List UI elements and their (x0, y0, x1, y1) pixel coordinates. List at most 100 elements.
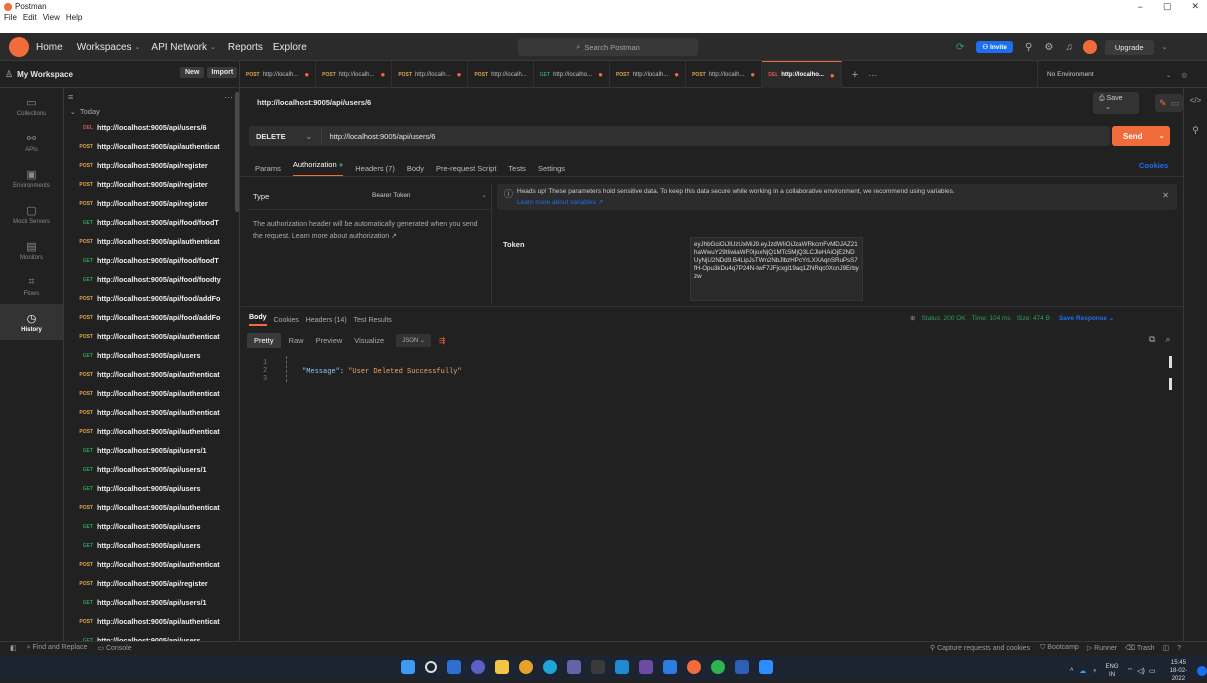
leftnav-history[interactable]: ◷ History (0, 304, 63, 340)
nav-api-network[interactable]: API Network (151, 42, 207, 53)
history-item[interactable]: POST http://localhost:9005/api/food/addFo (64, 308, 239, 327)
edge-icon[interactable] (543, 660, 557, 674)
search-icon[interactable] (425, 661, 437, 673)
close-icon[interactable]: ✕ (1162, 191, 1169, 200)
send-button[interactable]: Send ⌄ (1112, 126, 1170, 146)
request-tab[interactable]: POST http://localh... ● (610, 61, 687, 88)
app-icon[interactable] (639, 660, 653, 674)
view-pretty[interactable]: Pretty (247, 332, 281, 348)
search-input[interactable]: ⌕ Search Postman (518, 38, 698, 56)
console-button[interactable]: ▭ Console (97, 644, 131, 652)
format-selector[interactable]: JSON ⌄ (396, 333, 431, 347)
notification-icon[interactable] (1197, 666, 1207, 676)
chevron-down-icon[interactable]: ⌄ (1159, 132, 1165, 140)
history-item[interactable]: POST http://localhost:9005/api/authentica… (64, 498, 239, 517)
history-item[interactable]: POST http://localhost:9005/api/authentica… (64, 137, 239, 156)
remote-desktop-icon[interactable] (663, 660, 677, 674)
leftnav-monitors[interactable]: ▤ Monitors (0, 232, 63, 268)
environment-selector[interactable]: No Environment (1047, 71, 1094, 78)
vscode-icon[interactable] (615, 660, 629, 674)
capture-button[interactable]: ⚲ Capture requests and cookies (930, 644, 1030, 652)
token-input[interactable]: eyJhbGciOiJIUzUxMiJ9.eyJzdWIiOiJzaWRkcmF… (690, 237, 863, 301)
tab-tests[interactable]: Tests (508, 164, 526, 173)
chevron-down-icon[interactable]: ⌄ (1166, 71, 1171, 79)
satellite-icon[interactable]: ⚲ (1025, 42, 1032, 53)
view-visualize[interactable]: Visualize (354, 336, 384, 345)
history-item[interactable]: GET http://localhost:9005/api/food/foodT (64, 213, 239, 232)
editor-scrollbar[interactable] (1169, 356, 1172, 368)
teams-chat-icon[interactable] (471, 660, 485, 674)
history-item[interactable]: POST http://localhost:9005/api/authentica… (64, 365, 239, 384)
leftnav-apis[interactable]: ⚯ APIs (0, 124, 63, 160)
tab-pre-request-script[interactable]: Pre-request Script (436, 164, 496, 173)
invite-button[interactable]: ⚇ Invite (976, 41, 1014, 53)
url-input[interactable]: http://localhost:9005/api/users/6 (330, 132, 436, 141)
layout-icon[interactable]: ◫ (1162, 644, 1169, 652)
history-item[interactable]: GET http://localhost:9005/api/users/1 (64, 593, 239, 612)
windows-start-icon[interactable] (401, 660, 415, 674)
leftnav-mock-servers[interactable]: ▢ Mock Servers (0, 196, 63, 232)
response-tab-test-results[interactable]: Test Results (354, 317, 392, 324)
find-replace-button[interactable]: ⌕ Find and Replace (27, 644, 88, 652)
search-icon[interactable]: ⌕ (1165, 334, 1170, 345)
history-item[interactable]: POST http://localhost:9005/api/authentica… (64, 232, 239, 251)
request-tab[interactable]: POST http://localh... (468, 61, 534, 88)
history-item[interactable]: GET http://localhost:9005/api/users (64, 346, 239, 365)
history-item[interactable]: GET http://localhost:9005/api/users (64, 479, 239, 498)
history-item[interactable]: GET http://localhost:9005/api/users/1 (64, 441, 239, 460)
auth-type-select[interactable]: Bearer Token ⌄ (372, 191, 487, 200)
save-response-button[interactable]: Save Response ⌄ (1059, 314, 1114, 322)
tab-params[interactable]: Params (255, 164, 281, 173)
request-title[interactable]: http://localhost:9005/api/users/6 (257, 98, 371, 107)
wifi-icon[interactable]: ⌔ (1127, 667, 1134, 676)
chrome-icon[interactable] (519, 660, 533, 674)
history-item[interactable]: POST http://localhost:9005/api/authentica… (64, 384, 239, 403)
history-item[interactable]: POST http://localhost:9005/api/register (64, 194, 239, 213)
file-explorer-icon[interactable] (495, 660, 509, 674)
code-icon[interactable]: </> (1184, 96, 1207, 105)
minimize-button[interactable]: − (1138, 2, 1143, 12)
restore-button[interactable]: ▢ (1163, 1, 1172, 12)
view-raw[interactable]: Raw (289, 336, 304, 345)
history-item[interactable]: POST http://localhost:9005/api/food/addFo (64, 289, 239, 308)
battery-icon[interactable]: ▭ (1149, 667, 1156, 675)
menu-help[interactable]: Help (66, 13, 82, 22)
onedrive-icon[interactable]: ☁ (1079, 667, 1086, 675)
nav-workspaces[interactable]: Workspaces (77, 42, 132, 53)
language-indicator[interactable]: ENG IN (1106, 663, 1119, 679)
request-tab[interactable]: GET http://localho... ● (534, 61, 610, 88)
editor-scrollbar[interactable] (1169, 378, 1172, 390)
history-item[interactable]: GET http://localhost:9005/api/food/foodT (64, 251, 239, 270)
teams-icon[interactable] (567, 660, 581, 674)
postman-logo[interactable] (9, 37, 29, 57)
history-item[interactable]: POST http://localhost:9005/api/register (64, 574, 239, 593)
history-item[interactable]: DEL http://localhost:9005/api/users/6 (64, 118, 239, 137)
learn-variables-link[interactable]: Learn more about variables ↗ (517, 198, 603, 206)
settings-gear-icon[interactable]: ⚙ (1044, 42, 1053, 53)
mic-icon[interactable]: ♆ (1092, 668, 1097, 675)
history-item[interactable]: GET http://localhost:9005/api/users (64, 631, 239, 641)
response-tab-body[interactable]: Body (249, 314, 267, 326)
request-tab[interactable]: POST http://localh... ● (240, 61, 317, 88)
history-item[interactable]: POST http://localhost:9005/api/authentica… (64, 612, 239, 631)
edit-icon[interactable]: ✎ ▭ (1155, 94, 1183, 112)
leftnav-flows[interactable]: ⌗ Flows (0, 268, 63, 304)
cookies-link[interactable]: Cookies (1139, 161, 1168, 170)
history-item[interactable]: GET http://localhost:9005/api/users (64, 517, 239, 536)
history-item[interactable]: GET http://localhost:9005/api/users/1 (64, 460, 239, 479)
new-button[interactable]: New (180, 67, 205, 78)
history-item[interactable]: POST http://localhost:9005/api/authentica… (64, 422, 239, 441)
response-tab-headers[interactable]: Headers (14) (306, 317, 347, 324)
bootcamp-button[interactable]: ⛉ Bootcamp (1040, 644, 1079, 652)
whatsapp-icon[interactable] (711, 660, 725, 674)
wrap-lines-icon[interactable]: ⇶ (439, 336, 445, 345)
request-tab[interactable]: DEL http://localho... ● (762, 61, 842, 88)
upgrade-button[interactable]: Upgrade (1104, 39, 1154, 55)
close-window-button[interactable]: ✕ (1191, 1, 1199, 12)
more-tabs-icon[interactable]: ··· (868, 70, 877, 80)
tab-body[interactable]: Body (407, 164, 424, 173)
history-item[interactable]: POST http://localhost:9005/api/authentica… (64, 555, 239, 574)
leftnav-collections[interactable]: ▭ Collections (0, 88, 63, 124)
tab-settings[interactable]: Settings (538, 164, 565, 173)
terminal-icon[interactable] (591, 660, 605, 674)
